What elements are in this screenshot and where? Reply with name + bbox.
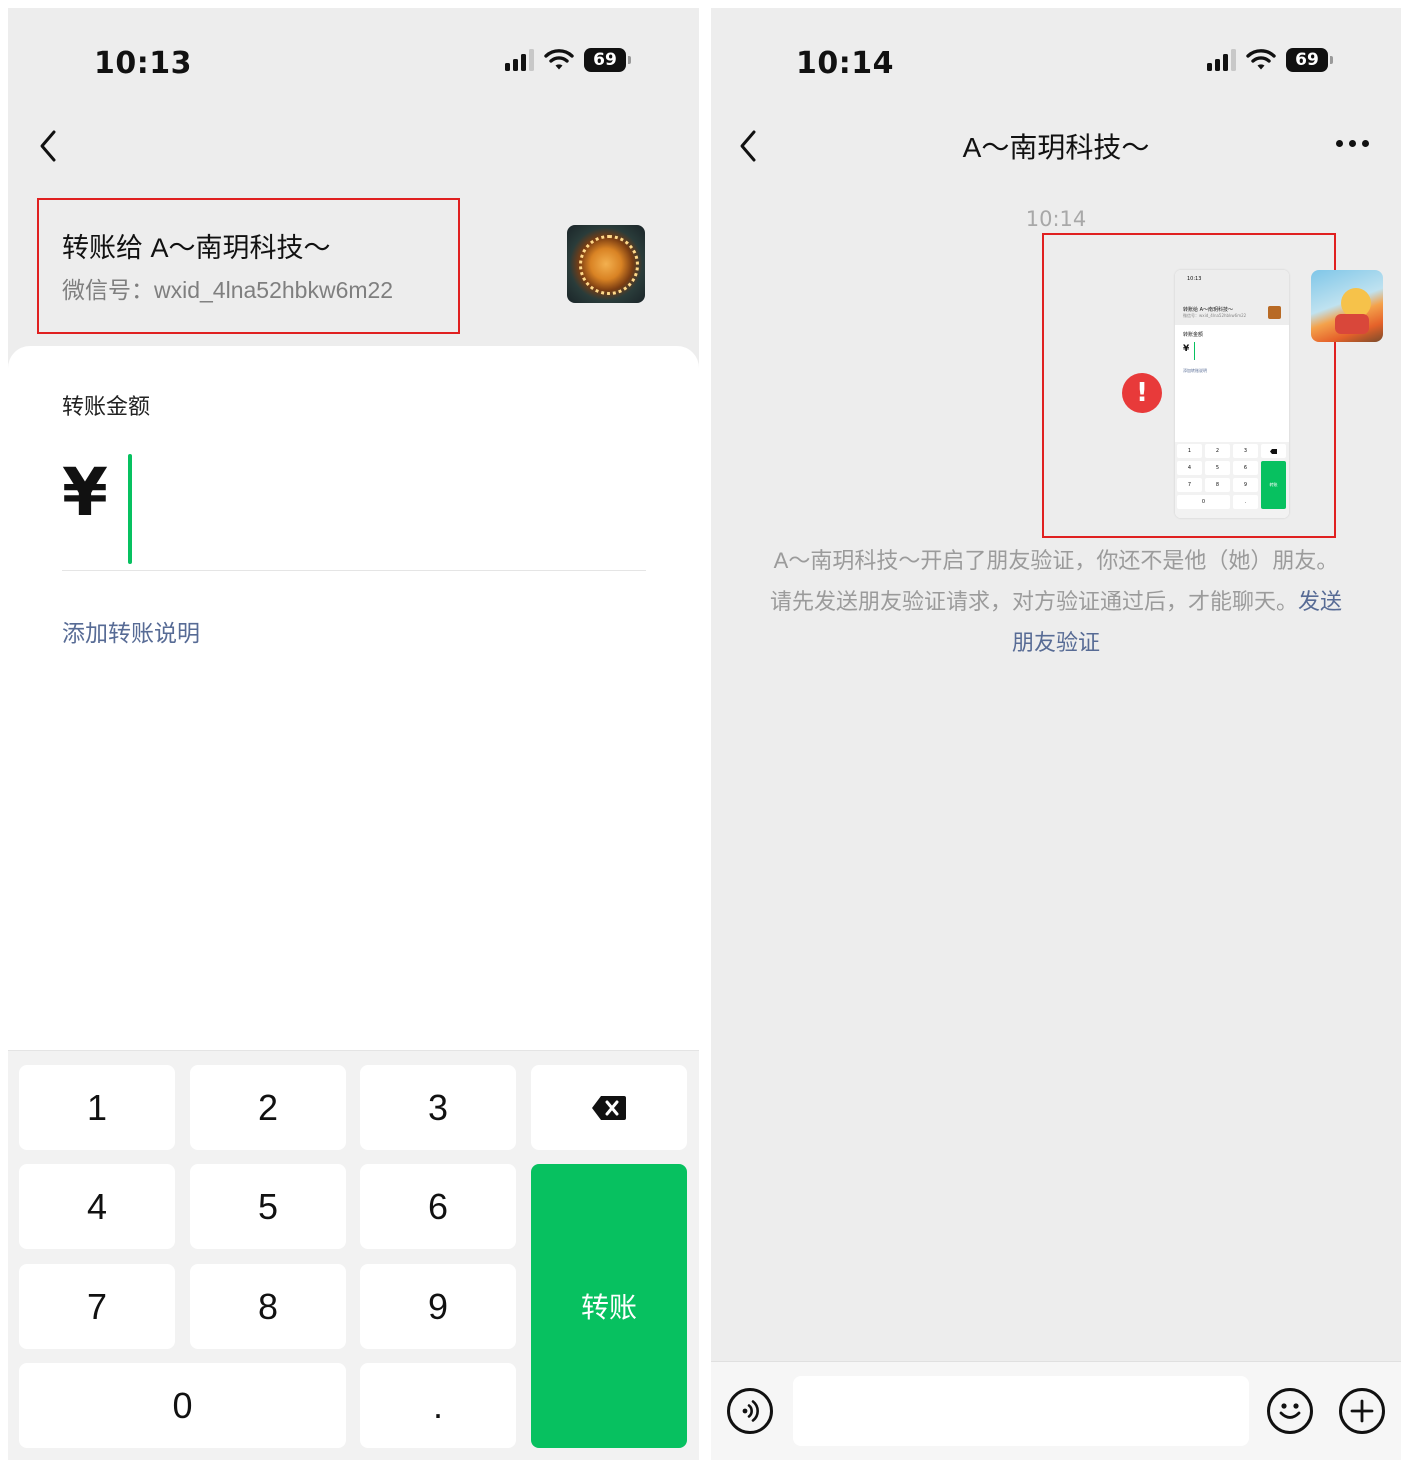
- chat-screen: 10:14 69 A～南玥科技～ 10:14 ! 10:13 转账给 A～南玥科…: [711, 8, 1401, 1460]
- back-icon[interactable]: [34, 126, 62, 166]
- key-5[interactable]: 5: [190, 1164, 346, 1249]
- thumbnail-time: 10:13: [1187, 276, 1202, 282]
- plus-button[interactable]: [1339, 1388, 1385, 1434]
- key-2[interactable]: 2: [190, 1065, 346, 1150]
- thumbnail-payee-title: 转账给 A～南玥科技～: [1183, 307, 1234, 313]
- thumbnail-transfer-button: 转账: [1261, 461, 1286, 509]
- wifi-icon: [544, 49, 574, 70]
- thumbnail-key: 5: [1205, 461, 1230, 475]
- key-4[interactable]: 4: [19, 1164, 175, 1249]
- currency-symbol: ¥: [62, 454, 108, 531]
- thumbnail-key: 1: [1177, 444, 1202, 458]
- key-6[interactable]: 6: [360, 1164, 516, 1249]
- key-dot[interactable]: .: [360, 1363, 516, 1448]
- thumbnail-key: 3: [1233, 444, 1258, 458]
- wifi-icon: [1246, 49, 1276, 70]
- thumbnail-key: 7: [1177, 478, 1202, 492]
- transfer-button[interactable]: 转账: [531, 1164, 687, 1448]
- emoji-button[interactable]: [1267, 1388, 1313, 1434]
- payee-avatar: [567, 225, 645, 303]
- amount-panel: 转账金额 ¥ 添加转账说明: [8, 346, 699, 1050]
- backspace-icon: [592, 1095, 626, 1120]
- thumbnail-key: 6: [1233, 461, 1258, 475]
- error-icon[interactable]: !: [1122, 373, 1162, 413]
- thumbnail-backspace: [1261, 444, 1286, 458]
- transfer-screen: 10:13 69 转账给 A～南玥科技～ 微信号：wxid_4lna52hbkw…: [8, 8, 699, 1460]
- thumbnail-amount-label: 转账金额: [1183, 332, 1204, 338]
- status-icons: 69: [1207, 48, 1333, 72]
- payee-title: 转账给 A～南玥科技～: [62, 233, 331, 263]
- key-3[interactable]: 3: [360, 1065, 516, 1150]
- thumbnail-wechat-id: 微信号：wxid_4lna52hbkw6m22: [1183, 313, 1247, 318]
- thumbnail-add-note: 添加转账说明: [1183, 368, 1207, 373]
- chat-input-bar: [711, 1361, 1401, 1460]
- thumbnail-currency: ¥: [1183, 344, 1190, 354]
- payee-wechat-id: 微信号：wxid_4lna52hbkw6m22: [62, 277, 394, 303]
- plus-icon: [1350, 1399, 1374, 1423]
- status-icons: 69: [505, 48, 631, 72]
- key-7[interactable]: 7: [19, 1264, 175, 1349]
- sent-image-thumbnail[interactable]: 10:13 转账给 A～南玥科技～ 微信号：wxid_4lna52hbkw6m2…: [1175, 270, 1289, 518]
- thumbnail-key: 9: [1233, 478, 1258, 492]
- sender-avatar[interactable]: [1311, 270, 1383, 342]
- emoji-icon: [1279, 1403, 1301, 1419]
- thumbnail-key: 8: [1205, 478, 1230, 492]
- more-icon[interactable]: [1336, 140, 1369, 147]
- signal-icon: [505, 49, 534, 71]
- amount-label: 转账金额: [62, 395, 151, 420]
- thumbnail-key: .: [1233, 495, 1258, 509]
- voice-button[interactable]: [727, 1388, 773, 1434]
- status-time: 10:14: [796, 46, 894, 81]
- number-keypad: 1 2 3 4 5 6 7 8 9 0 . 转账: [8, 1050, 699, 1460]
- amount-divider: [62, 570, 646, 571]
- friend-verification-notice: A～南玥科技～开启了朋友验证，你还不是他（她）朋友。请先发送朋友验证请求，对方验…: [763, 540, 1349, 663]
- thumbnail-key: 2: [1205, 444, 1230, 458]
- message-input[interactable]: [793, 1376, 1249, 1446]
- key-8[interactable]: 8: [190, 1264, 346, 1349]
- amount-input[interactable]: [128, 454, 132, 564]
- thumbnail-key: 4: [1177, 461, 1202, 475]
- payee-highlight-box: [37, 198, 460, 334]
- key-1[interactable]: 1: [19, 1065, 175, 1150]
- battery-icon: 69: [1286, 48, 1333, 72]
- key-0[interactable]: 0: [19, 1363, 346, 1448]
- notice-text: A～南玥科技～开启了朋友验证，你还不是他（她）朋友。请先发送朋友验证请求，对方验…: [769, 548, 1339, 614]
- voice-icon: [742, 1400, 759, 1422]
- status-time: 10:13: [94, 46, 192, 81]
- thumbnail-cursor: [1194, 342, 1195, 360]
- thumbnail-key: 0: [1177, 495, 1230, 509]
- add-note-link[interactable]: 添加转账说明: [62, 614, 200, 648]
- chat-title: A～南玥科技～: [962, 132, 1150, 163]
- message-timestamp: 10:14: [1025, 207, 1087, 231]
- thumbnail-keypad: 1 2 3 4 5 6 7 8 9 0 . 转账: [1175, 442, 1289, 518]
- thumbnail-avatar: [1268, 306, 1281, 319]
- backspace-button[interactable]: [531, 1065, 687, 1150]
- battery-icon: 69: [584, 48, 631, 72]
- signal-icon: [1207, 49, 1236, 71]
- key-9[interactable]: 9: [360, 1264, 516, 1349]
